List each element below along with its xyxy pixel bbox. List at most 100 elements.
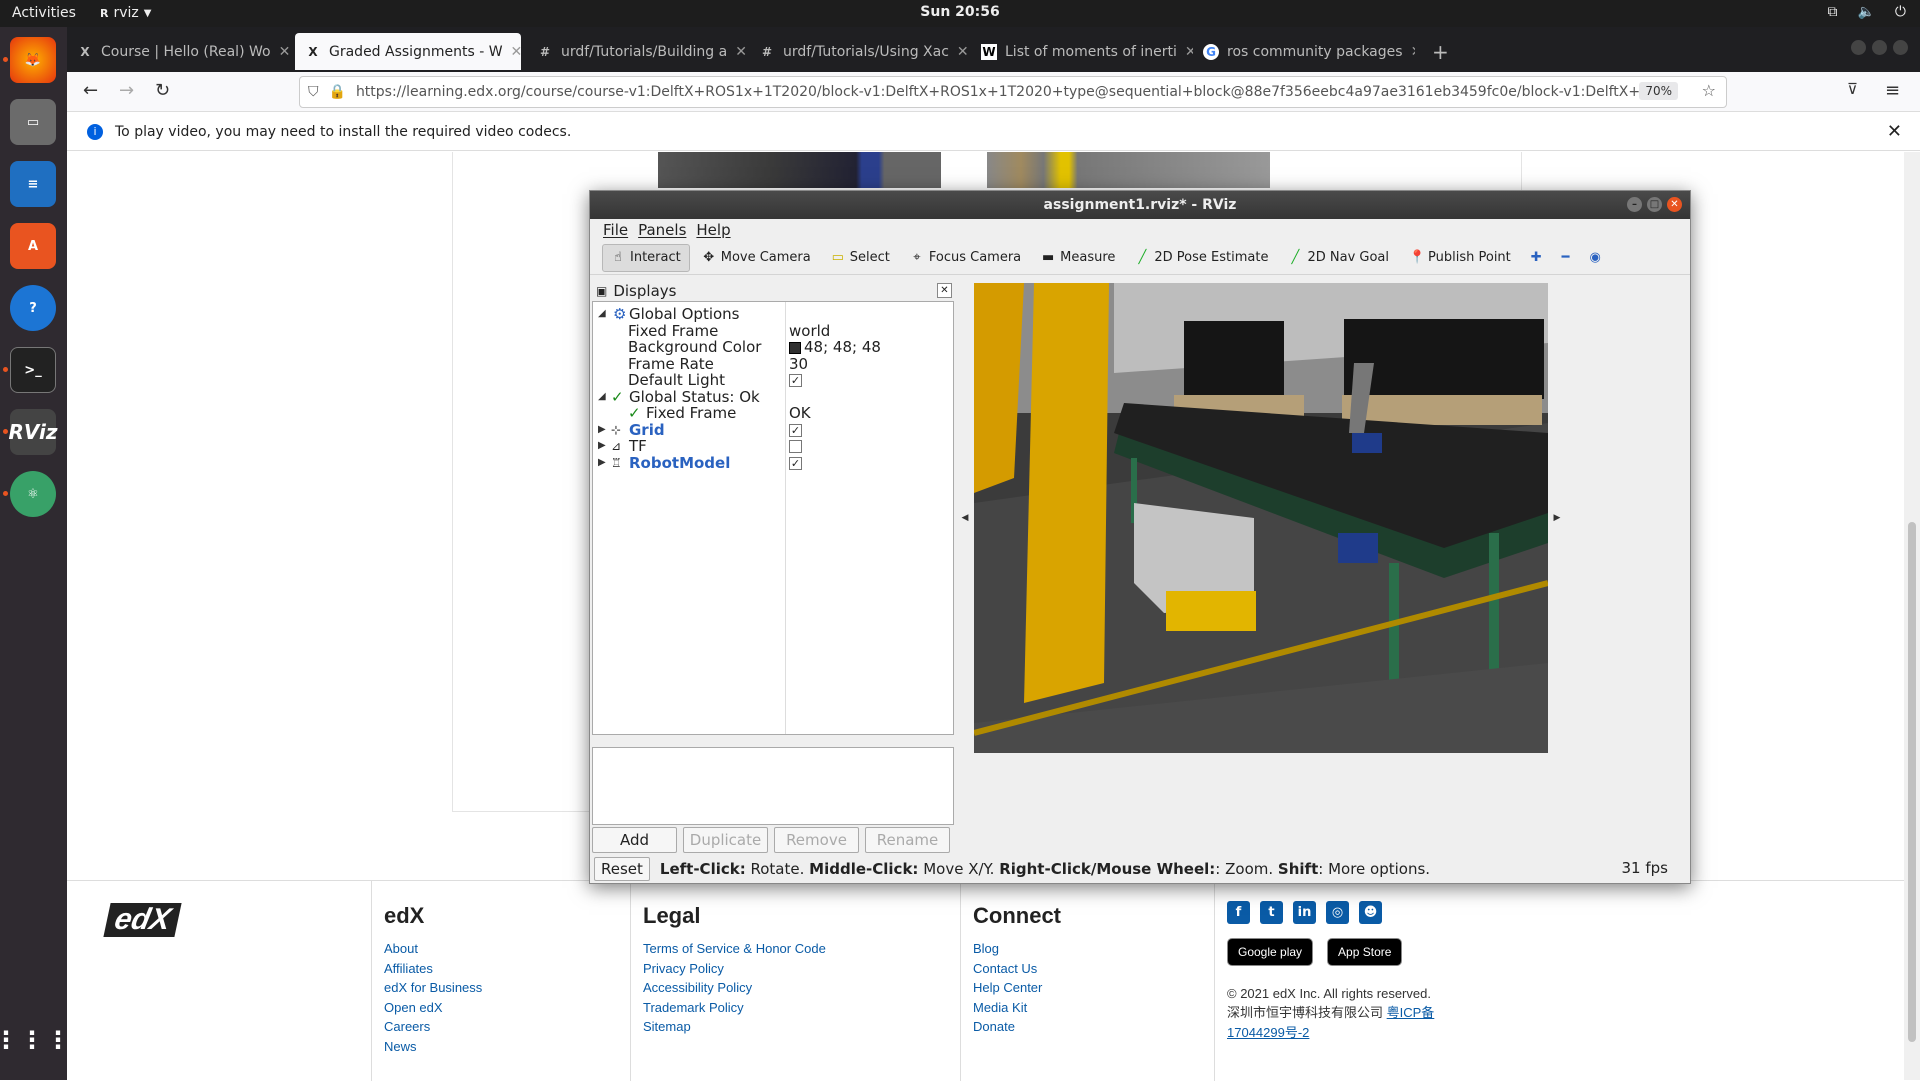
footer-link-about[interactable]: About bbox=[384, 939, 631, 959]
bookmark-star-icon[interactable]: ☆ bbox=[1702, 81, 1716, 100]
footer-link-business[interactable]: edX for Business bbox=[384, 978, 631, 998]
url-bar[interactable]: ⛉ 🔒 https://learning.edx.org/course/cour… bbox=[299, 76, 1727, 108]
linkedin-icon[interactable]: in bbox=[1293, 901, 1316, 924]
firefox-icon[interactable]: 🦊 bbox=[10, 37, 56, 83]
system-tray[interactable]: ⧉ 🔈 ⏻ bbox=[1827, 4, 1906, 20]
close-icon[interactable]: ✕ bbox=[1667, 197, 1682, 212]
maximize-icon[interactable] bbox=[1872, 40, 1887, 55]
menu-panels[interactable]: Panels bbox=[633, 221, 691, 239]
minimize-icon[interactable]: – bbox=[1627, 197, 1642, 212]
display-tree[interactable]: ◢ ⚙ Global Options Fixed Frame world Backgr… bbox=[592, 301, 954, 735]
window-title[interactable]: assignment1.rviz* - RViz – □ ✕ bbox=[590, 191, 1690, 219]
terminal-icon[interactable]: >_ bbox=[10, 347, 56, 393]
scrollbar-thumb[interactable] bbox=[1908, 522, 1916, 1042]
duplicate-button[interactable]: Duplicate bbox=[683, 827, 768, 853]
footer-link-media-kit[interactable]: Media Kit bbox=[973, 998, 1215, 1018]
tab-ros-packages[interactable]: Gros community packages ✕ bbox=[1193, 33, 1415, 70]
tab-inertia[interactable]: W List of moments of inerti ✕ bbox=[971, 33, 1193, 70]
tab-graded-assignments[interactable]: X Graded Assignments - W ✕ bbox=[295, 33, 521, 70]
publish-point-tool[interactable]: 📍 Publish Point bbox=[1401, 244, 1519, 272]
footer-link-sitemap[interactable]: Sitemap bbox=[643, 1017, 960, 1037]
interact-tool[interactable]: ☝ Interact bbox=[602, 243, 690, 272]
software-icon[interactable]: A bbox=[10, 223, 56, 269]
shield-icon[interactable]: ⛉ bbox=[308, 84, 319, 100]
instagram-icon[interactable]: ◎ bbox=[1326, 901, 1349, 924]
app-grid-icon[interactable]: ⋮⋮⋮ bbox=[0, 1017, 70, 1063]
reload-icon[interactable]: ↻ bbox=[155, 80, 170, 101]
edx-logo[interactable]: edX bbox=[103, 903, 182, 937]
close-icon[interactable]: ✕ bbox=[937, 283, 952, 298]
remove-button[interactable]: Remove bbox=[774, 827, 859, 853]
footer-link-help[interactable]: Help Center bbox=[973, 978, 1215, 998]
footer-link-donate[interactable]: Donate bbox=[973, 1017, 1215, 1037]
tab-urdf-building[interactable]: # urdf/Tutorials/Building a ✕ bbox=[527, 33, 749, 70]
pose-estimate-tool[interactable]: ╱ 2D Pose Estimate bbox=[1127, 244, 1276, 272]
grid-checkbox[interactable]: ✓ bbox=[789, 423, 802, 437]
3d-viewport[interactable] bbox=[974, 283, 1548, 753]
remove-tool-icon[interactable]: ━ bbox=[1554, 244, 1578, 272]
app-menu[interactable]: Rrviz ▼ bbox=[100, 5, 151, 21]
menu-help[interactable]: Help bbox=[691, 221, 735, 239]
back-icon[interactable]: ← bbox=[83, 80, 98, 101]
new-tab-icon[interactable]: + bbox=[1422, 33, 1462, 70]
icp-number-link[interactable]: 17044299号-2 bbox=[1227, 1025, 1309, 1040]
google-play-badge[interactable]: Google play bbox=[1227, 938, 1314, 966]
tab-urdf-xacro[interactable]: # urdf/Tutorials/Using Xac ✕ bbox=[749, 33, 971, 70]
menu-icon[interactable]: ≡ bbox=[1885, 80, 1900, 101]
rename-button[interactable]: Rename bbox=[865, 827, 950, 853]
help-icon[interactable]: ? bbox=[10, 285, 56, 331]
zoom-level[interactable]: 70% bbox=[1639, 82, 1678, 100]
pocket-icon[interactable]: ⊽ bbox=[1847, 80, 1858, 98]
facebook-icon[interactable]: f bbox=[1227, 901, 1250, 924]
atom-icon[interactable]: ⚛ bbox=[10, 471, 56, 517]
view-icon[interactable]: ◉ bbox=[1582, 244, 1609, 272]
scrollbar[interactable] bbox=[1904, 152, 1920, 1080]
footer-link-careers[interactable]: Careers bbox=[384, 1017, 631, 1037]
close-icon[interactable]: ✕ bbox=[1411, 44, 1415, 60]
lock-icon[interactable]: 🔒 bbox=[329, 84, 346, 100]
tab-course[interactable]: X Course | Hello (Real) Wo ✕ bbox=[67, 33, 289, 70]
writer-icon[interactable]: ≡ bbox=[10, 161, 56, 207]
tree-row-robot-model[interactable]: ▶ ♖ RobotModel ✓ bbox=[593, 453, 953, 473]
close-icon[interactable]: ✕ bbox=[511, 44, 521, 60]
add-button[interactable]: Add bbox=[592, 827, 677, 853]
footer-link-blog[interactable]: Blog bbox=[973, 939, 1215, 959]
reddit-icon[interactable]: ☻ bbox=[1359, 901, 1382, 924]
twitter-icon[interactable]: t bbox=[1260, 901, 1283, 924]
expand-right-icon[interactable]: ▶ bbox=[598, 453, 606, 473]
menu-file[interactable]: File bbox=[598, 221, 633, 239]
default-light-checkbox[interactable]: ✓ bbox=[789, 374, 802, 387]
close-icon[interactable]: ✕ bbox=[279, 44, 289, 60]
files-icon[interactable]: ▭ bbox=[10, 99, 56, 145]
footer-link-accessibility[interactable]: Accessibility Policy bbox=[643, 978, 960, 998]
forward-icon[interactable]: → bbox=[119, 80, 134, 101]
select-tool[interactable]: ▭ Select bbox=[823, 244, 898, 272]
tf-checkbox[interactable] bbox=[789, 440, 802, 453]
footer-link-privacy[interactable]: Privacy Policy bbox=[643, 959, 960, 979]
focus-camera-tool[interactable]: ⌖ Focus Camera bbox=[902, 244, 1029, 272]
video-thumbnail[interactable] bbox=[658, 152, 941, 188]
nav-goal-tool[interactable]: ╱ 2D Nav Goal bbox=[1280, 244, 1397, 272]
video-thumbnail[interactable] bbox=[987, 152, 1270, 188]
close-icon[interactable]: ✕ bbox=[1185, 44, 1193, 60]
collapse-right-icon[interactable]: ▶ bbox=[1550, 283, 1564, 753]
measure-tool[interactable]: ▬ Measure bbox=[1033, 244, 1123, 272]
close-icon[interactable]: ✕ bbox=[1887, 121, 1902, 142]
clock[interactable]: Sun 20:56 bbox=[920, 4, 999, 20]
app-store-badge[interactable]: App Store bbox=[1327, 938, 1403, 966]
robot-model-checkbox[interactable]: ✓ bbox=[789, 456, 802, 470]
icp-link[interactable]: 粤ICP备 bbox=[1387, 1005, 1435, 1020]
footer-link-tos[interactable]: Terms of Service & Honor Code bbox=[643, 939, 960, 959]
color-swatch[interactable] bbox=[789, 341, 801, 354]
rviz-icon[interactable]: RViz bbox=[8, 409, 58, 455]
footer-link-affiliates[interactable]: Affiliates bbox=[384, 959, 631, 979]
add-tool-icon[interactable]: ✚ bbox=[1523, 244, 1550, 272]
close-icon[interactable]: ✕ bbox=[957, 44, 969, 60]
collapse-left-icon[interactable]: ◀ bbox=[958, 283, 972, 753]
footer-link-contact[interactable]: Contact Us bbox=[973, 959, 1215, 979]
close-window-icon[interactable] bbox=[1893, 40, 1908, 55]
footer-link-open-edx[interactable]: Open edX bbox=[384, 998, 631, 1018]
minimize-icon[interactable] bbox=[1851, 40, 1866, 55]
footer-link-trademark[interactable]: Trademark Policy bbox=[643, 998, 960, 1018]
close-icon[interactable]: ✕ bbox=[735, 44, 747, 60]
